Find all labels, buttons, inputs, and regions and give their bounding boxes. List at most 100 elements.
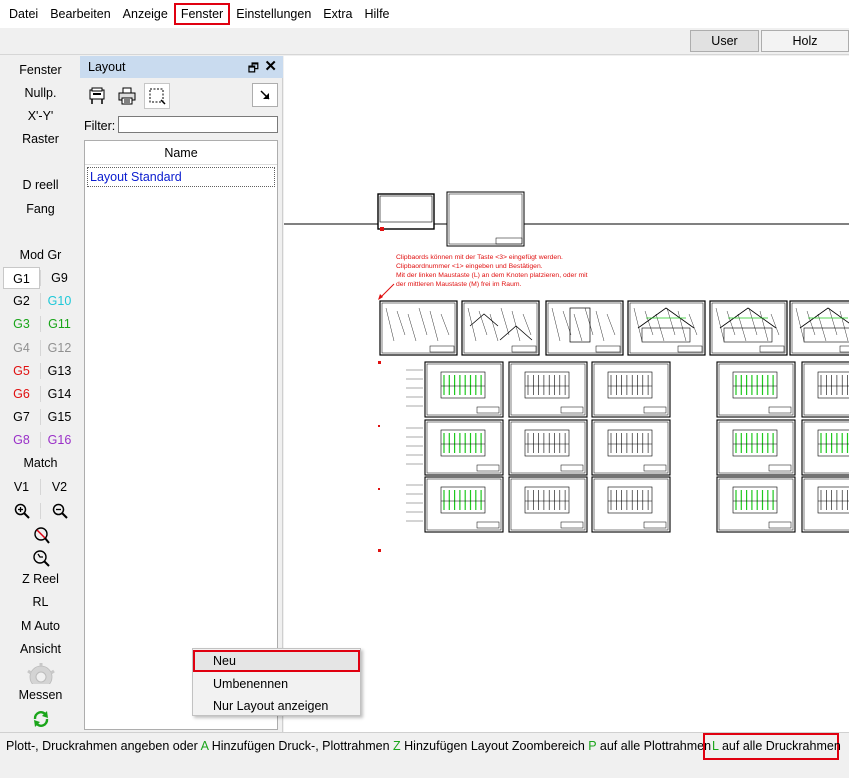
detail-sheet (424, 476, 504, 533)
nullpunkt-button[interactable]: Nullp. (3, 82, 78, 104)
group-g10-button[interactable]: G10 (41, 290, 78, 312)
zoom-refresh-icon[interactable] (3, 547, 78, 569)
status-part: Plott-, Druckrahmen angeben oder (6, 739, 201, 753)
messen-button[interactable]: Messen (3, 684, 78, 706)
fang-button[interactable]: Fang (3, 198, 78, 220)
column-header-name[interactable]: Name (85, 141, 277, 165)
context-menu-neu[interactable]: Neu (193, 650, 360, 672)
detail-sheet (424, 361, 504, 418)
frame-small-2 (446, 191, 525, 247)
menu-hilfe[interactable]: Hilfe (358, 3, 395, 25)
close-icon[interactable]: ✕ (264, 57, 277, 75)
zoom-out-icon[interactable] (41, 500, 78, 522)
ansicht-button[interactable]: Ansicht (3, 638, 78, 660)
group-g14-button[interactable]: G14 (41, 383, 78, 405)
group-row: G6 G14 (3, 383, 78, 405)
hint-line: Clipbaords können mit der Taste <3> eing… (396, 254, 563, 261)
tab-holz[interactable]: Holz (761, 30, 849, 52)
status-text: Plott-, Druckrahmen angeben oder A Hinzu… (6, 739, 711, 753)
group-g9-button[interactable]: G9 (41, 267, 78, 289)
zoom-row (3, 500, 78, 522)
layout-panel: Layout 🗗 ✕ Filter: Name Layout Standard (80, 56, 283, 732)
hint-arrowhead (378, 294, 383, 300)
dreell-button[interactable]: D reell (3, 174, 78, 196)
plan-sheet (545, 300, 624, 356)
plan-sheet (461, 300, 540, 356)
detail-sheet (801, 361, 849, 418)
panel-header: Layout 🗗 ✕ (80, 56, 283, 78)
raster-button[interactable]: Raster (3, 128, 78, 150)
plan-sheet (709, 300, 788, 356)
gear-icon[interactable] (3, 662, 78, 685)
menu-fenster[interactable]: Fenster (173, 3, 231, 25)
rl-button[interactable]: RL (3, 591, 78, 613)
group-g16-button[interactable]: G16 (41, 429, 78, 451)
mauto-button[interactable]: M Auto (3, 615, 78, 637)
frame-small-1 (377, 193, 435, 231)
modgr-button[interactable]: Mod Gr (3, 244, 78, 266)
group-g15-button[interactable]: G15 (41, 406, 78, 428)
detail-sheet (801, 419, 849, 476)
refresh-icon[interactable] (3, 708, 78, 730)
fenster-button[interactable]: Fenster (3, 59, 78, 81)
hint-line: Mit der linken Maustaste (L) an dem Knot… (396, 272, 588, 279)
group-row: G7 G15 (3, 406, 78, 428)
zoom-in-icon[interactable] (3, 500, 40, 522)
filter-input[interactable] (118, 116, 278, 133)
group-g13-button[interactable]: G13 (41, 360, 78, 382)
menu-extra[interactable]: Extra (317, 3, 358, 25)
xy-button[interactable]: X'-Y' (3, 105, 78, 127)
group-g6-button[interactable]: G6 (3, 383, 40, 405)
context-menu: Neu Umbenennen Nur Layout anzeigen (192, 648, 361, 716)
group-g12-button[interactable]: G12 (41, 337, 78, 359)
group-g7-button[interactable]: G7 (3, 406, 40, 428)
expand-button[interactable] (252, 83, 278, 107)
drawing-canvas[interactable]: Clipbaords können mit der Taste <3> eing… (284, 56, 849, 732)
group-row: G2 G10 (3, 290, 78, 312)
menu-datei[interactable]: Datei (3, 3, 44, 25)
menu-einstellungen[interactable]: Einstellungen (230, 3, 317, 25)
group-g1-button[interactable]: G1 (3, 267, 40, 289)
status-highlight: L auf alle Druckrahmen (703, 733, 841, 760)
group-g2-button[interactable]: G2 (3, 290, 40, 312)
detail-sheet (591, 419, 671, 476)
view-v1-button[interactable]: V1 (3, 476, 40, 498)
layout-list: Name Layout Standard (84, 140, 278, 730)
status-part: auf alle Plottrahmen (596, 739, 712, 753)
tab-user[interactable]: User (690, 30, 759, 52)
detail-sheet (716, 361, 796, 418)
group-g5-button[interactable]: G5 (3, 360, 40, 382)
menu-bar: Datei Bearbeiten Anzeige Fenster Einstel… (0, 0, 849, 28)
group-g3-button[interactable]: G3 (3, 313, 40, 335)
plan-sheet (627, 300, 706, 356)
group-g8-button[interactable]: G8 (3, 429, 40, 451)
zreel-button[interactable]: Z Reel (3, 568, 78, 590)
float-icon[interactable]: 🗗 (248, 59, 259, 80)
match-button[interactable]: Match (3, 452, 78, 474)
menu-anzeige[interactable]: Anzeige (117, 3, 174, 25)
detail-sheet (801, 476, 849, 533)
frame-icon (149, 88, 166, 105)
group-g4-button[interactable]: G4 (3, 337, 40, 359)
zoom-window-icon[interactable] (3, 524, 78, 546)
group-row: G5 G13 (3, 360, 78, 382)
group-g11-button[interactable]: G11 (41, 313, 78, 335)
hint-line: der mittleren Maustaste (M) frei im Raum… (396, 281, 522, 288)
view-row: V1 V2 (3, 476, 78, 498)
detail-sheet (716, 419, 796, 476)
context-menu-umbenennen[interactable]: Umbenennen (193, 673, 360, 695)
zoom-frame-tool[interactable] (144, 83, 170, 109)
detail-sheet (591, 476, 671, 533)
filter-label: Filter: (84, 119, 116, 133)
status-key: Z (393, 739, 401, 753)
menu-bearbeiten[interactable]: Bearbeiten (44, 3, 116, 25)
context-menu-nur-layout[interactable]: Nur Layout anzeigen (193, 695, 360, 717)
hint-text: Clipbaords können mit der Taste <3> eing… (396, 254, 588, 288)
status-part: Hinzufügen Druck-, Plottrahmen (208, 739, 394, 753)
plotter-tool[interactable] (84, 83, 110, 109)
plan-sheet (789, 300, 849, 356)
list-item[interactable]: Layout Standard (87, 167, 275, 187)
printer-tool[interactable] (114, 83, 140, 109)
left-toolbar: Fenster Nullp. X'-Y' Raster D reell Fang… (3, 58, 78, 730)
view-v2-button[interactable]: V2 (41, 476, 78, 498)
